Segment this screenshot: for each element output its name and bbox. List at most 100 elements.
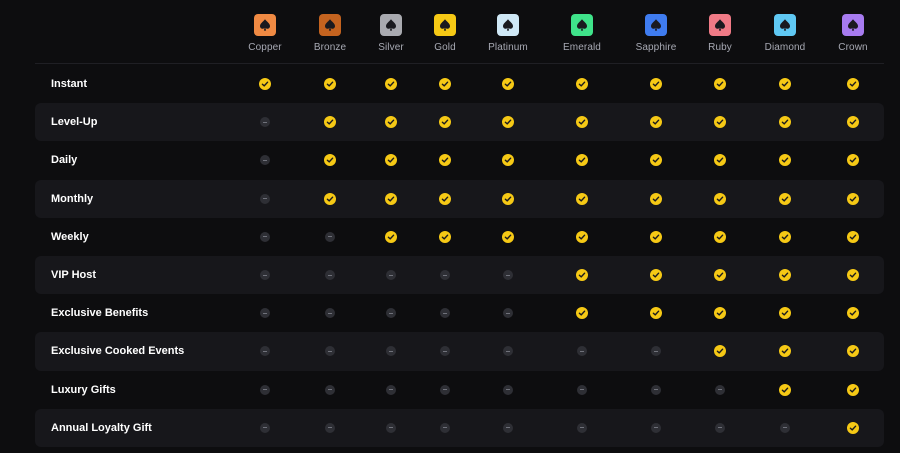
check-circle-icon bbox=[576, 269, 588, 282]
tier-name: Platinum bbox=[488, 42, 528, 53]
minus-circle-icon bbox=[260, 155, 270, 166]
minus-circle-icon bbox=[325, 231, 335, 242]
check-circle-icon bbox=[324, 78, 336, 91]
spade-icon bbox=[709, 14, 731, 36]
check-circle-icon bbox=[847, 269, 859, 282]
minus-circle-icon bbox=[440, 346, 450, 357]
check-circle-icon bbox=[259, 78, 271, 91]
check-circle-icon bbox=[502, 116, 514, 129]
minus-circle-icon bbox=[651, 422, 661, 433]
check-circle-icon bbox=[650, 78, 662, 91]
check-circle-icon bbox=[439, 192, 451, 205]
check-circle-icon bbox=[439, 230, 451, 243]
check-circle-icon bbox=[324, 154, 336, 167]
minus-circle-icon bbox=[260, 308, 270, 319]
check-circle-icon bbox=[502, 230, 514, 243]
tier-header-crown: Crown bbox=[813, 14, 893, 53]
benefit-rows: Instant Level-Up Daily Monthly Weekly VIP Hos… bbox=[35, 65, 884, 447]
check-circle-icon bbox=[779, 307, 791, 320]
minus-circle-icon bbox=[260, 231, 270, 242]
check-circle-icon bbox=[385, 154, 397, 167]
minus-circle-icon bbox=[260, 117, 270, 128]
minus-circle-icon bbox=[325, 422, 335, 433]
benefit-label: Exclusive Benefits bbox=[51, 307, 149, 320]
benefit-label: VIP Host bbox=[51, 268, 97, 281]
benefit-label: Instant bbox=[51, 78, 88, 90]
benefit-label: Exclusive Cooked Events bbox=[51, 345, 185, 358]
spade-icon bbox=[774, 14, 796, 36]
spade-icon bbox=[645, 14, 667, 36]
check-circle-icon bbox=[779, 116, 791, 129]
check-circle-icon bbox=[714, 78, 726, 91]
check-circle-icon bbox=[779, 383, 791, 396]
check-circle-icon bbox=[439, 116, 451, 129]
benefit-row: Monthly bbox=[35, 179, 884, 218]
tier-header-row: Copper Bronze Silver Gold Platinum Emerald Sap… bbox=[35, 0, 884, 64]
minus-circle-icon bbox=[386, 270, 396, 281]
benefit-row: Luxury Gifts bbox=[35, 371, 884, 409]
minus-circle-icon bbox=[715, 384, 725, 395]
check-circle-icon bbox=[779, 192, 791, 205]
minus-circle-icon bbox=[503, 346, 513, 357]
benefit-row: Instant bbox=[35, 65, 884, 103]
check-circle-icon bbox=[576, 307, 588, 320]
minus-circle-icon bbox=[715, 422, 725, 433]
minus-circle-icon bbox=[325, 308, 335, 319]
check-circle-icon bbox=[439, 154, 451, 167]
benefit-label: Luxury Gifts bbox=[51, 383, 116, 396]
minus-circle-icon bbox=[440, 384, 450, 395]
minus-circle-icon bbox=[503, 422, 513, 433]
check-circle-icon bbox=[847, 307, 859, 320]
check-circle-icon bbox=[847, 154, 859, 167]
minus-circle-icon bbox=[260, 346, 270, 357]
minus-circle-icon bbox=[260, 384, 270, 395]
check-circle-icon bbox=[502, 78, 514, 91]
check-circle-icon bbox=[324, 192, 336, 205]
check-circle-icon bbox=[779, 230, 791, 243]
check-circle-icon bbox=[576, 78, 588, 91]
benefit-row: Daily bbox=[35, 141, 884, 179]
check-circle-icon bbox=[324, 116, 336, 129]
check-circle-icon bbox=[576, 116, 588, 129]
tier-header-emerald: Emerald bbox=[542, 14, 622, 53]
check-circle-icon bbox=[650, 230, 662, 243]
check-circle-icon bbox=[779, 154, 791, 167]
minus-circle-icon bbox=[386, 308, 396, 319]
check-circle-icon bbox=[714, 269, 726, 282]
check-circle-icon bbox=[847, 383, 859, 396]
tier-header-platinum: Platinum bbox=[468, 14, 548, 53]
benefit-label: Weekly bbox=[51, 230, 89, 243]
minus-circle-icon bbox=[503, 384, 513, 395]
check-circle-icon bbox=[714, 154, 726, 167]
minus-circle-icon bbox=[577, 422, 587, 433]
check-circle-icon bbox=[650, 269, 662, 282]
check-circle-icon bbox=[650, 192, 662, 205]
benefit-row: VIP Host bbox=[35, 255, 884, 295]
minus-circle-icon bbox=[260, 193, 270, 204]
spade-icon bbox=[571, 14, 593, 36]
minus-circle-icon bbox=[577, 346, 587, 357]
check-circle-icon bbox=[385, 78, 397, 91]
minus-circle-icon bbox=[651, 384, 661, 395]
minus-circle-icon bbox=[503, 270, 513, 281]
spade-icon bbox=[380, 14, 402, 36]
benefit-row: Annual Loyalty Gift bbox=[35, 408, 884, 447]
minus-circle-icon bbox=[503, 308, 513, 319]
check-circle-icon bbox=[576, 192, 588, 205]
check-circle-icon bbox=[847, 116, 859, 129]
check-circle-icon bbox=[714, 230, 726, 243]
minus-circle-icon bbox=[577, 384, 587, 395]
check-circle-icon bbox=[779, 269, 791, 282]
minus-circle-icon bbox=[780, 422, 790, 433]
check-circle-icon bbox=[576, 154, 588, 167]
benefit-label: Level-Up bbox=[51, 116, 98, 129]
check-circle-icon bbox=[650, 154, 662, 167]
check-circle-icon bbox=[779, 345, 791, 358]
check-circle-icon bbox=[385, 230, 397, 243]
spade-icon bbox=[319, 14, 341, 36]
tier-name: Crown bbox=[838, 42, 868, 53]
spade-icon bbox=[842, 14, 864, 36]
benefit-row: Exclusive Cooked Events bbox=[35, 332, 884, 371]
check-circle-icon bbox=[779, 78, 791, 91]
minus-circle-icon bbox=[386, 422, 396, 433]
